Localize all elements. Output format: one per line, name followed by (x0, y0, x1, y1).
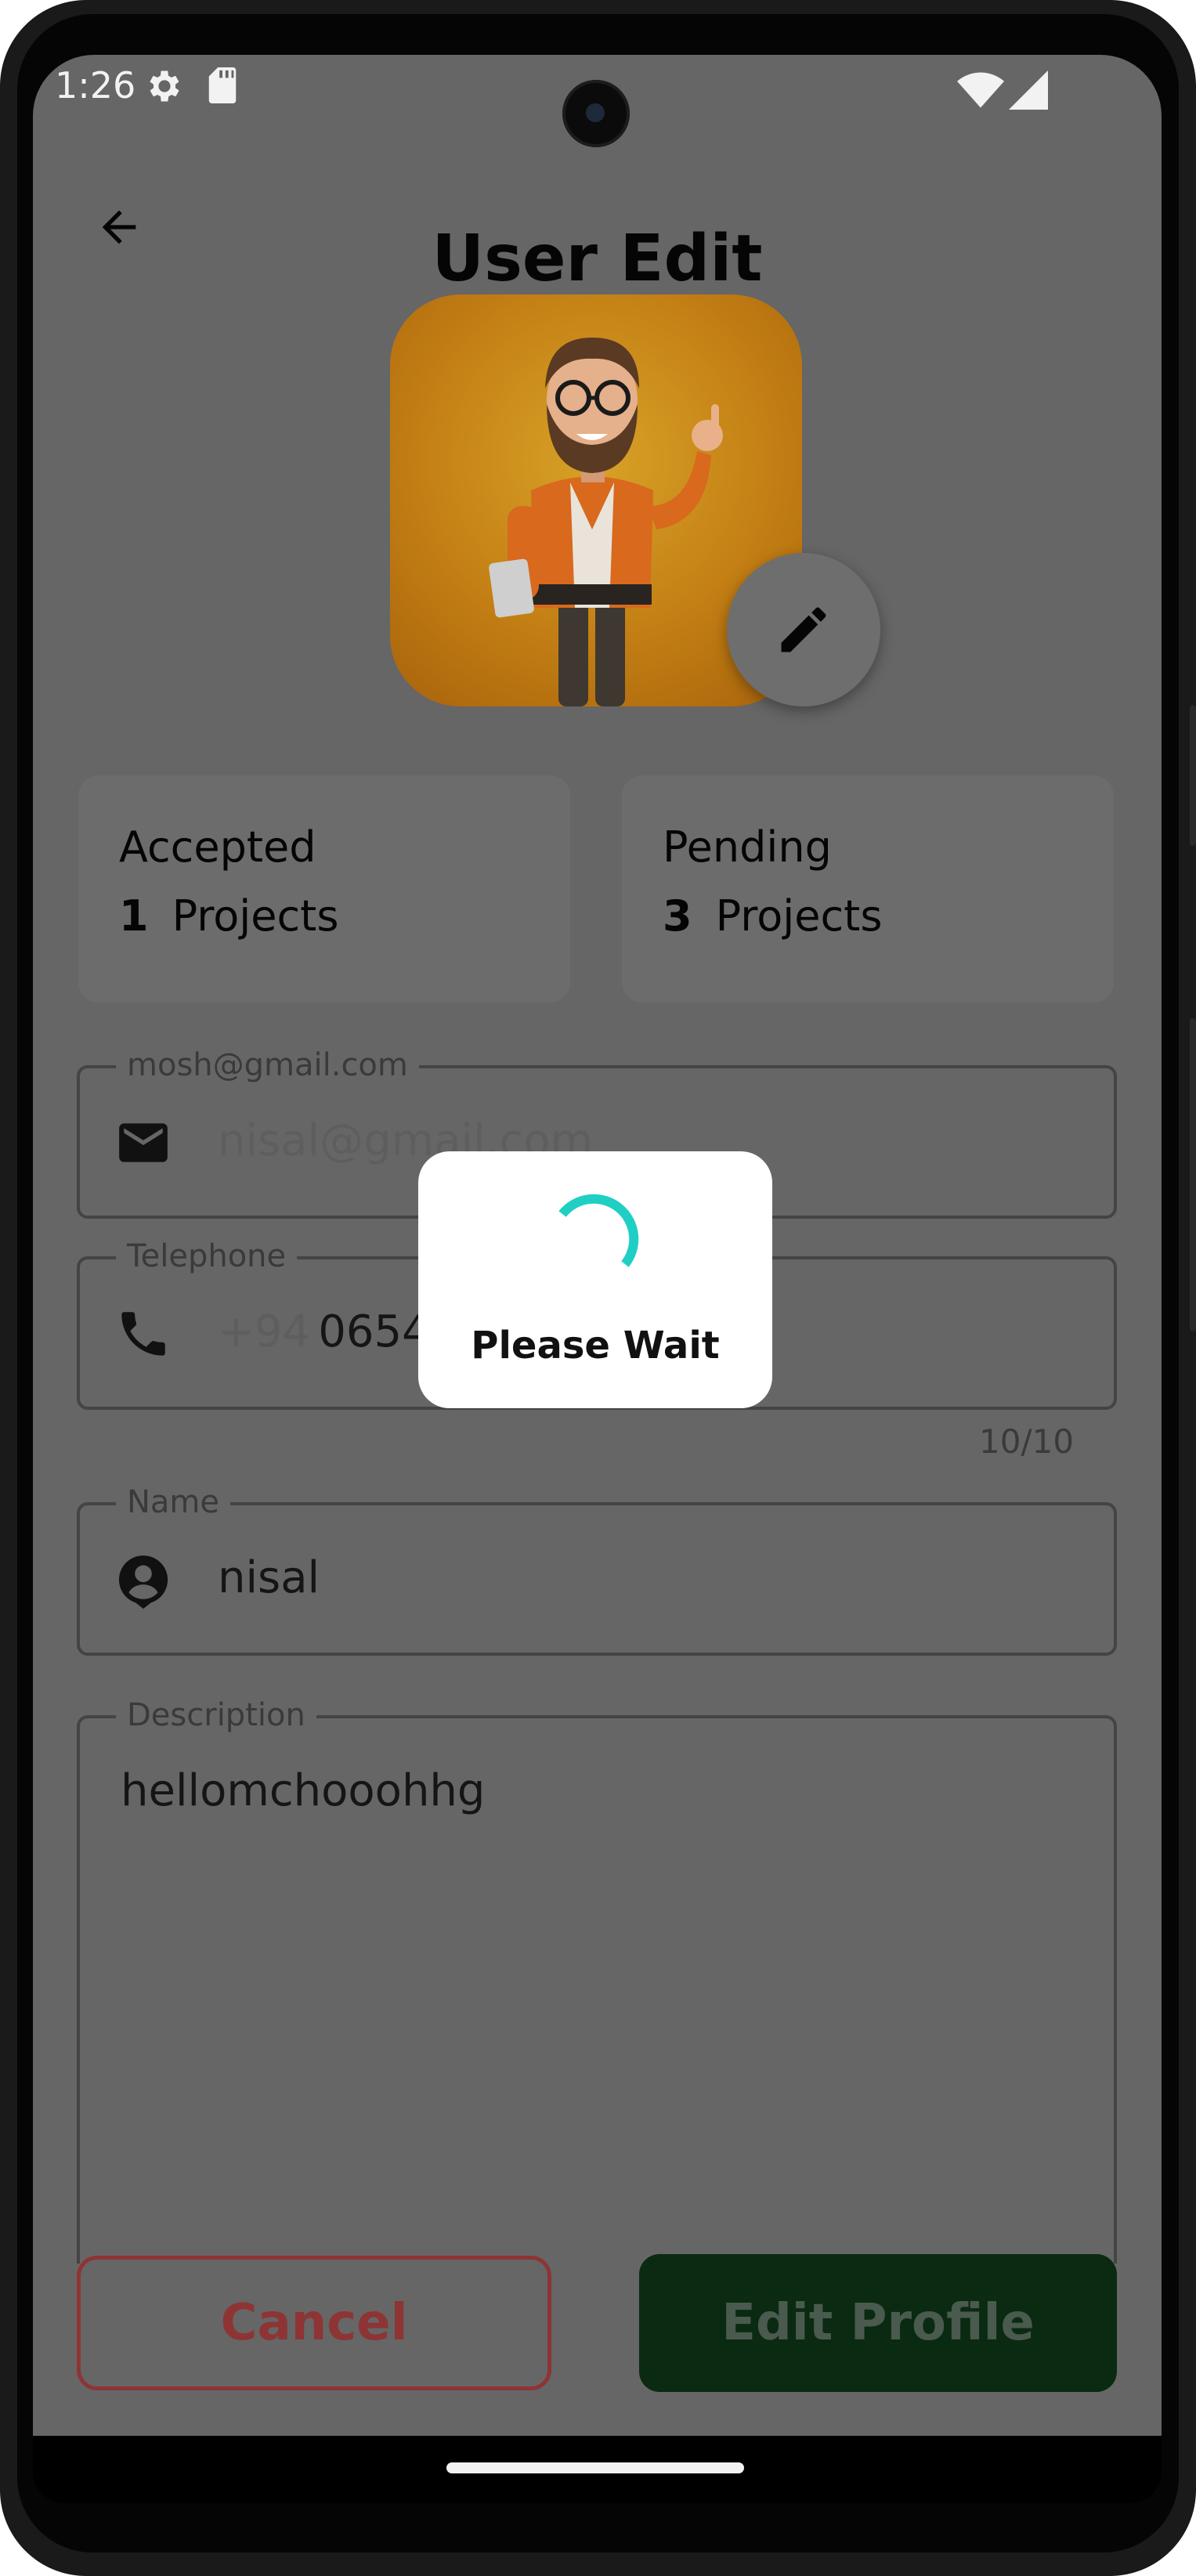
loading-text: Please Wait (471, 1324, 720, 1367)
stat-unit: Projects (172, 891, 339, 941)
gear-icon (150, 70, 179, 102)
telephone-char-counter: 10/10 (979, 1422, 1075, 1461)
front-camera (562, 80, 630, 147)
volume-button (1190, 705, 1196, 846)
phone-frame: 1:26 User Edit Accepted 1 Projects Pendi… (0, 0, 1196, 2576)
name-value: nisal (218, 1552, 320, 1603)
telephone-prefix: +94 (218, 1306, 311, 1357)
power-button (1190, 1018, 1196, 1331)
telephone-field-label: Telephone (116, 1236, 298, 1277)
wifi-icon (957, 72, 1004, 108)
cancel-button[interactable]: Cancel (77, 2256, 551, 2390)
stat-title: Pending (663, 822, 832, 872)
stat-count: 3 (663, 891, 692, 941)
email-field-label: mosh@gmail.com (116, 1045, 419, 1086)
pending-projects-card: Pending 3 Projects (622, 775, 1114, 1003)
stat-value: 3 Projects (663, 891, 882, 941)
mail-icon (119, 1123, 168, 1162)
app-screen: 1:26 User Edit Accepted 1 Projects Pendi… (33, 55, 1162, 2436)
accepted-projects-card: Accepted 1 Projects (78, 775, 570, 1003)
status-time: 1:26 (55, 64, 136, 107)
name-field[interactable]: Name nisal (77, 1482, 1117, 1656)
edit-avatar-button[interactable] (727, 553, 880, 706)
loading-dialog: Please Wait (418, 1151, 772, 1408)
sd-card-icon (208, 67, 237, 103)
home-indicator[interactable] (446, 2462, 744, 2473)
edit-profile-button[interactable]: Edit Profile (639, 2254, 1117, 2392)
pencil-icon (781, 607, 826, 652)
stat-count: 1 (119, 891, 149, 941)
phone-icon (121, 1312, 165, 1356)
stat-unit: Projects (715, 891, 883, 941)
description-value: hellomchooohhg (121, 1765, 486, 1816)
description-field[interactable]: Description hellomchooohhg (77, 1695, 1117, 2263)
description-field-label: Description (116, 1695, 316, 1736)
stat-title: Accepted (119, 822, 316, 872)
stat-value: 1 Projects (119, 891, 338, 941)
name-field-label: Name (116, 1482, 231, 1523)
signal-icon (1009, 70, 1048, 110)
page-title: User Edit (432, 222, 763, 296)
loading-spinner (558, 1194, 639, 1267)
account-circle-icon (118, 1555, 168, 1609)
